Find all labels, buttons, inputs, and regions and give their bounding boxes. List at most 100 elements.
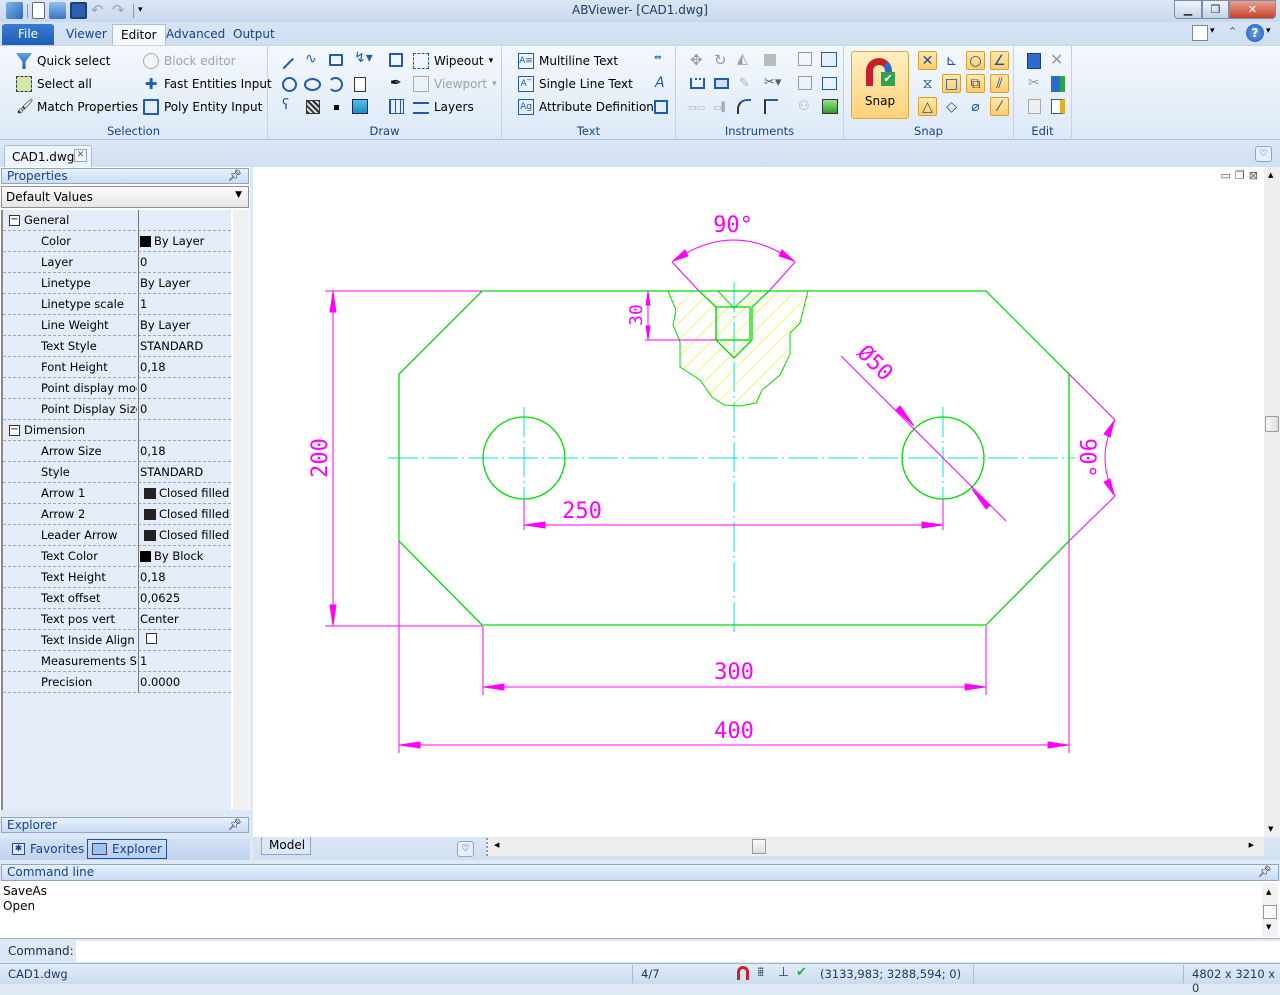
drawing-viewport[interactable]: ▭ ❐ ⊠ 90° 30 200 250 Ø50 90° 300 400	[253, 167, 1264, 837]
explode-icon[interactable]	[821, 52, 837, 67]
break-icon[interactable]: ✂▾	[764, 75, 781, 90]
document-tab[interactable]: CAD1.dwg ✕	[4, 145, 92, 167]
grid-status-icon[interactable]: ⁞⁞⁞	[757, 965, 765, 979]
property-value-cell[interactable]: Closed filled	[140, 507, 229, 521]
snap-angle-icon[interactable]: ∠	[990, 51, 1009, 70]
wipeout-button[interactable]: Wipeout ▾	[413, 51, 493, 71]
property-row[interactable]: Text Inside Align	[3, 630, 231, 651]
minimize-ribbon-icon[interactable]: ⌃	[1228, 25, 1237, 38]
point-icon[interactable]	[334, 105, 339, 110]
image-icon[interactable]	[352, 99, 368, 114]
property-row[interactable]: Point Display Size 0	[3, 399, 231, 420]
hatch-icon[interactable]	[306, 100, 320, 114]
snap-tangent-icon[interactable]: ⌀	[966, 97, 985, 116]
property-row[interactable]: Leader Arrow Closed filled	[3, 525, 231, 546]
ellipse-icon[interactable]	[304, 78, 321, 91]
property-row[interactable]: Precision 0.0000	[3, 672, 231, 693]
arc-icon[interactable]	[328, 77, 343, 92]
command-history-scrollbar[interactable]: ▲ ▼	[1262, 883, 1278, 937]
close-button[interactable]: ✕	[1229, 0, 1276, 19]
property-row[interactable]: Line Weight By Layer	[3, 315, 231, 336]
text-size-icon[interactable]: ⇔	[654, 53, 662, 63]
attribute-definition-button[interactable]: Ag Attribute Definition	[518, 97, 654, 117]
property-grid-scrollbar[interactable]	[233, 210, 249, 810]
delete-icon[interactable]: ✕	[1050, 50, 1063, 69]
property-row[interactable]: Measurements Scale1	[3, 651, 231, 672]
cmd-scroll-thumb[interactable]	[1263, 905, 1277, 919]
polyline-icon[interactable]: ∿	[305, 51, 317, 67]
poly-entity-input-button[interactable]: Poly Entity Input	[143, 97, 262, 117]
cut-icon[interactable]: ✂	[1028, 75, 1040, 91]
snap-triangle-icon[interactable]: △	[918, 97, 937, 116]
pen-icon[interactable]: ✒	[390, 75, 402, 91]
property-value-cell[interactable]: 1	[140, 297, 147, 311]
snap-perpendicular-icon[interactable]: ⊾	[942, 51, 961, 70]
viewport-button[interactable]: Viewport ▾	[413, 74, 497, 94]
property-value-cell[interactable]	[140, 633, 160, 644]
property-row[interactable]: Text Style STANDARD	[3, 336, 231, 357]
command-input[interactable]	[76, 941, 1280, 962]
tab-output[interactable]: Output	[225, 24, 283, 45]
snap-nearest-icon[interactable]: ⁄	[990, 97, 1009, 116]
snap-midpoint-icon[interactable]: ⧖	[918, 74, 937, 93]
style-dropdown-icon[interactable]: ▾	[1210, 26, 1215, 36]
property-row[interactable]: Arrow 1 Closed filled	[3, 483, 231, 504]
paste-special-icon[interactable]	[1051, 76, 1065, 92]
tab-explorer[interactable]: Explorer	[87, 839, 167, 859]
collapse-icon[interactable]: −	[9, 424, 20, 436]
snap-square-icon[interactable]: □	[942, 74, 961, 93]
fillet-icon[interactable]	[737, 99, 751, 114]
property-row[interactable]: Style STANDARD	[3, 462, 231, 483]
scale-icon[interactable]	[764, 54, 776, 66]
snap-quadrant-icon[interactable]: ◇	[942, 97, 961, 116]
scroll-left-icon[interactable]: ◀	[494, 841, 499, 849]
property-value-cell[interactable]: 0,18	[140, 360, 166, 374]
viewport-horizontal-thumb[interactable]	[752, 839, 766, 854]
property-value-cell[interactable]: 0.0000	[140, 675, 180, 689]
properties-selector-dropdown[interactable]: Default Values ▼	[1, 186, 249, 208]
property-value-cell[interactable]: By Block	[140, 549, 203, 563]
checkbox[interactable]	[146, 633, 157, 644]
text-style-icon[interactable]: A	[655, 75, 665, 91]
copy-edit-icon[interactable]	[1028, 99, 1041, 114]
property-row[interactable]: Linetype By Layer	[3, 273, 231, 294]
move-icon[interactable]: ✥	[690, 51, 703, 69]
tab-viewer[interactable]: Viewer	[58, 24, 115, 45]
property-value-cell[interactable]: 0	[140, 381, 147, 395]
snap-button[interactable]: ✔ Snap	[851, 51, 909, 119]
spline-icon[interactable]: ↯▾	[354, 50, 373, 66]
lengthen-icon[interactable]: ▭▭	[688, 103, 705, 113]
property-value-cell[interactable]: By Layer	[140, 234, 204, 248]
tab-file[interactable]: File	[2, 24, 54, 45]
tab-model[interactable]: Model	[261, 837, 311, 855]
property-row[interactable]: Text Height 0,18	[3, 567, 231, 588]
cmd-scroll-up-icon[interactable]: ▲	[1266, 885, 1271, 900]
rotate-icon[interactable]: ↻	[714, 51, 727, 69]
ortho-status-icon[interactable]: ⊥	[778, 965, 789, 980]
minimize-button[interactable]: ▁	[1174, 0, 1202, 19]
property-value-cell[interactable]: 0,18	[140, 444, 166, 458]
property-row[interactable]: Text Color By Block	[3, 546, 231, 567]
snap-parallel-icon[interactable]: ⫽	[990, 74, 1009, 93]
viewport-vertical-scrollbar[interactable]: ▲ ▼	[1264, 167, 1280, 837]
property-value-cell[interactable]: By Layer	[140, 276, 190, 290]
help-dropdown-icon[interactable]: ▾	[1266, 26, 1271, 36]
layers-button[interactable]: Layers	[413, 97, 474, 117]
property-value-cell[interactable]: 0,18	[140, 570, 166, 584]
property-value-cell[interactable]: Closed filled	[140, 528, 229, 542]
clear-icon[interactable]	[1051, 99, 1065, 114]
close-tab-icon[interactable]: ✕	[74, 149, 87, 162]
property-value-cell[interactable]: By Layer	[140, 318, 190, 332]
property-row[interactable]: Point display mode0	[3, 378, 231, 399]
layout-dropdown-icon[interactable]: ♡	[457, 841, 474, 857]
style-icon[interactable]	[1192, 25, 1208, 41]
fast-entities-input-button[interactable]: ✚ Fast Entities Input	[143, 74, 272, 94]
viewport-horizontal-scrollbar[interactable]: ◀ ▶	[486, 838, 1264, 856]
property-value-cell[interactable]: Center	[140, 612, 179, 626]
tab-list-dropdown-icon[interactable]: ♡	[1255, 146, 1272, 162]
viewport-vertical-thumb[interactable]	[1265, 416, 1279, 432]
property-category[interactable]: − General	[3, 210, 231, 231]
explorer-pin-icon[interactable]: 📌︎	[228, 818, 242, 832]
insert-block-icon[interactable]	[389, 53, 403, 67]
helix-icon[interactable]: ʕ	[282, 97, 289, 113]
